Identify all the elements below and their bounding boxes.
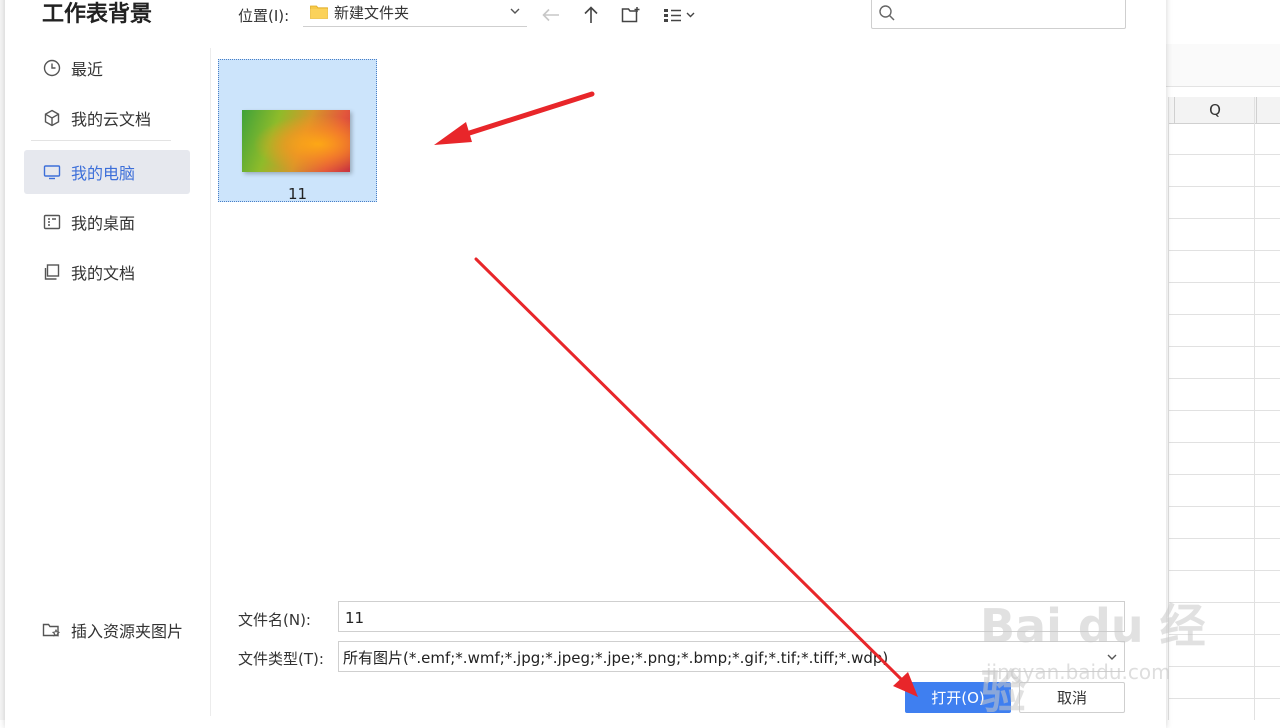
list-view-icon bbox=[664, 9, 695, 22]
file-name: 11 bbox=[287, 185, 308, 203]
image-thumbnail bbox=[242, 110, 350, 172]
folder-star-icon bbox=[42, 620, 62, 640]
documents-icon bbox=[42, 262, 62, 282]
filetype-select[interactable]: 所有图片(*.emf;*.wmf;*.jpg;*.jpeg;*.jpe;*.pn… bbox=[338, 641, 1125, 672]
arrow-up-icon bbox=[584, 6, 598, 23]
worksheet-background-dialog: 工作表背景 最近 我的云文档 我的电脑 我的桌面 我的文档 插入资源夹图片 位置… bbox=[5, 0, 1166, 728]
arrow-left-icon bbox=[542, 8, 559, 22]
file-tile[interactable]: 11 bbox=[218, 59, 377, 203]
insert-resource-folder-image[interactable]: 插入资源夹图片 bbox=[24, 608, 190, 652]
location-dropdown[interactable]: 新建文件夹 bbox=[303, 0, 527, 27]
sidebar-item-label: 插入资源夹图片 bbox=[71, 622, 184, 641]
folder-icon bbox=[310, 5, 328, 19]
search-input[interactable] bbox=[902, 1, 1121, 25]
sidebar-item-label: 我的电脑 bbox=[71, 164, 136, 183]
column-header-row: Q bbox=[1168, 97, 1280, 124]
filetype-value: 所有图片(*.emf;*.wmf;*.jpg;*.jpeg;*.jpe;*.pn… bbox=[343, 649, 889, 667]
new-folder-icon bbox=[621, 7, 640, 23]
sidebar-item-recent[interactable]: 最近 bbox=[24, 46, 190, 90]
filename-field[interactable] bbox=[338, 601, 1125, 632]
clock-icon bbox=[42, 58, 62, 78]
search-icon bbox=[879, 5, 895, 21]
sidebar-divider-vertical bbox=[210, 48, 211, 716]
spreadsheet-formula-bar bbox=[1166, 44, 1280, 87]
cube-icon bbox=[42, 108, 62, 128]
new-folder-button[interactable] bbox=[618, 2, 644, 28]
filetype-label: 文件类型(T): bbox=[238, 650, 324, 668]
sidebar-item-label: 我的文档 bbox=[71, 264, 136, 283]
spreadsheet-background: Q bbox=[1166, 0, 1280, 720]
back-button[interactable] bbox=[538, 2, 564, 28]
sidebar-item-label: 我的桌面 bbox=[71, 214, 136, 233]
filename-input[interactable] bbox=[343, 606, 1107, 630]
column-header-q[interactable]: Q bbox=[1174, 97, 1257, 123]
sidebar-item-my-computer[interactable]: 我的电脑 bbox=[24, 150, 190, 194]
grid-line bbox=[1168, 97, 1169, 720]
grid-line bbox=[1254, 97, 1255, 720]
filename-label: 文件名(N): bbox=[238, 611, 311, 629]
spreadsheet-toolbar bbox=[1166, 0, 1280, 45]
location-value: 新建文件夹 bbox=[334, 3, 410, 22]
dialog-title: 工作表背景 bbox=[42, 2, 153, 27]
cell-grid[interactable] bbox=[1168, 123, 1280, 720]
desktop-icon bbox=[42, 212, 62, 232]
chevron-down-icon bbox=[510, 8, 520, 14]
view-mode-button[interactable] bbox=[661, 2, 701, 28]
search-box[interactable] bbox=[871, 0, 1126, 29]
open-button[interactable]: 打开(O) bbox=[905, 682, 1011, 713]
location-label: 位置(I): bbox=[238, 7, 290, 25]
sidebar-item-cloud-docs[interactable]: 我的云文档 bbox=[24, 96, 190, 140]
sidebar-item-my-documents[interactable]: 我的文档 bbox=[24, 250, 190, 294]
sidebar-item-label: 我的云文档 bbox=[71, 110, 152, 129]
up-button[interactable] bbox=[578, 2, 604, 28]
sidebar-item-desktop[interactable]: 我的桌面 bbox=[24, 200, 190, 244]
chevron-down-icon bbox=[1107, 654, 1117, 660]
monitor-icon bbox=[42, 162, 62, 182]
sidebar-divider bbox=[31, 140, 171, 141]
sidebar-item-label: 最近 bbox=[71, 60, 104, 79]
cancel-button[interactable]: 取消 bbox=[1019, 682, 1125, 713]
